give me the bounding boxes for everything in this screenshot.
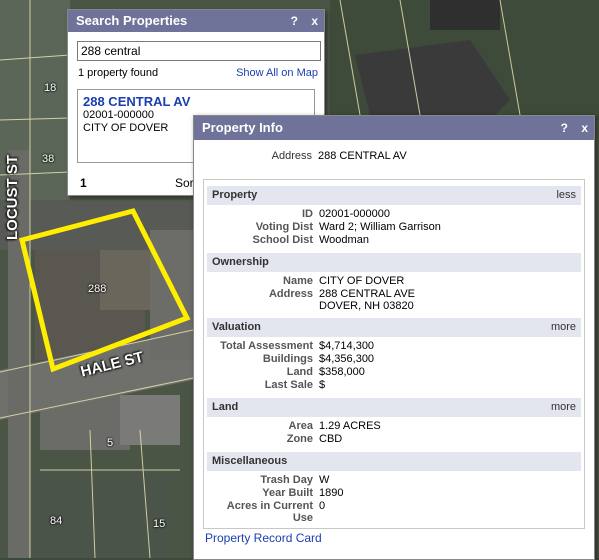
lot-number: 38	[42, 153, 55, 165]
field-row: Year Built 1890	[207, 487, 581, 500]
search-input[interactable]	[77, 41, 321, 61]
field-row: Zone CBD	[207, 433, 581, 446]
field-label: School Dist	[252, 234, 313, 246]
lot-number: 18	[44, 82, 57, 94]
field-value: 1.29 ACRES	[319, 420, 381, 432]
field-label: Buildings	[262, 353, 313, 365]
field-row: Voting Dist Ward 2; William Garrison	[207, 221, 581, 234]
field-row: DOVER, NH 03820	[207, 300, 581, 313]
lot-number: 5	[107, 437, 114, 449]
section-header-ownership: Ownership	[207, 253, 581, 272]
info-panel-title: Property Info	[202, 120, 283, 135]
search-panel-title: Search Properties	[76, 13, 188, 28]
header-address-label: Address	[271, 150, 312, 162]
field-value: $	[319, 379, 326, 391]
field-label: Total Assessment	[220, 340, 313, 352]
field-value: Ward 2; William Garrison	[319, 221, 441, 233]
close-icon[interactable]: x	[311, 14, 318, 28]
lot-number: 15	[153, 518, 166, 530]
section-title: Ownership	[212, 256, 269, 268]
field-label: Name	[283, 275, 313, 287]
field-label: ID	[302, 208, 313, 220]
field-value: $358,000	[319, 366, 365, 378]
section-title: Valuation	[212, 321, 261, 333]
field-row: School Dist Woodman	[207, 234, 581, 247]
field-value: Woodman	[319, 234, 369, 246]
help-icon[interactable]: ?	[561, 121, 568, 135]
header-address-value: 288 CENTRAL AV	[318, 150, 407, 162]
field-value: $4,356,300	[319, 353, 375, 365]
toggle-less-link[interactable]: less	[556, 186, 576, 205]
field-value: W	[319, 474, 330, 486]
search-panel-titlebar[interactable]: Search Properties ? x	[68, 10, 324, 32]
field-label: Land	[286, 366, 313, 378]
field-label: Zone	[286, 433, 313, 445]
street-label-locust: LOCUST ST	[4, 155, 21, 240]
section-header-miscellaneous: Miscellaneous	[207, 452, 581, 471]
result-address-link[interactable]: 288 CENTRAL AV	[83, 94, 309, 109]
field-value: $4,714,300	[319, 340, 375, 352]
lot-number: 84	[50, 515, 63, 527]
result-count: 1 property found	[78, 67, 159, 79]
lot-number: 288	[88, 283, 107, 295]
section-title: Land	[212, 401, 239, 413]
field-label: Voting Dist	[255, 221, 313, 233]
toggle-more-link[interactable]: more	[551, 398, 576, 417]
field-row: Trash Day W	[207, 474, 581, 487]
section-header-property: Property less	[207, 186, 581, 205]
help-icon[interactable]: ?	[291, 14, 298, 28]
field-row: Total Assessment $4,714,300	[207, 340, 581, 353]
page-number[interactable]: 1	[80, 176, 87, 190]
sort-control[interactable]: Sor	[175, 176, 194, 190]
section-title: Miscellaneous	[212, 455, 288, 467]
show-all-on-map-link[interactable]: Show All on Map	[236, 67, 318, 79]
property-details: Property less ID 02001-000000 Voting Dist…	[203, 179, 585, 529]
section-title: Property	[212, 189, 258, 201]
field-row: ID 02001-000000	[207, 208, 581, 221]
field-value: CITY OF DOVER	[319, 275, 405, 287]
field-label: Area	[288, 420, 313, 432]
field-value: 1890	[319, 487, 344, 499]
section-header-valuation: Valuation more	[207, 318, 581, 337]
field-label: Last Sale	[264, 379, 313, 391]
field-label: Use	[292, 512, 313, 524]
toggle-more-link[interactable]: more	[551, 318, 576, 337]
field-row: Buildings $4,356,300	[207, 353, 581, 366]
field-value: CBD	[319, 433, 343, 445]
field-value: 02001-000000	[319, 208, 390, 220]
field-value: DOVER, NH 03820	[319, 300, 414, 312]
field-row: Name CITY OF DOVER	[207, 275, 581, 288]
field-label: Year Built	[262, 487, 313, 499]
close-icon[interactable]: x	[581, 121, 588, 135]
property-record-card-link[interactable]: Property Record Card	[205, 531, 322, 545]
info-panel-titlebar[interactable]: Property Info ? x	[194, 116, 594, 140]
field-row: Area 1.29 ACRES	[207, 420, 581, 433]
field-row: Use	[207, 512, 581, 525]
header-address-row: Address 288 CENTRAL AV	[206, 150, 580, 163]
field-row: Land $358,000	[207, 366, 581, 379]
field-row: Last Sale $	[207, 379, 581, 392]
property-info-panel: Property Info ? x Address 288 CENTRAL AV…	[193, 115, 595, 560]
field-label: Trash Day	[260, 474, 313, 486]
section-header-land: Land more	[207, 398, 581, 417]
